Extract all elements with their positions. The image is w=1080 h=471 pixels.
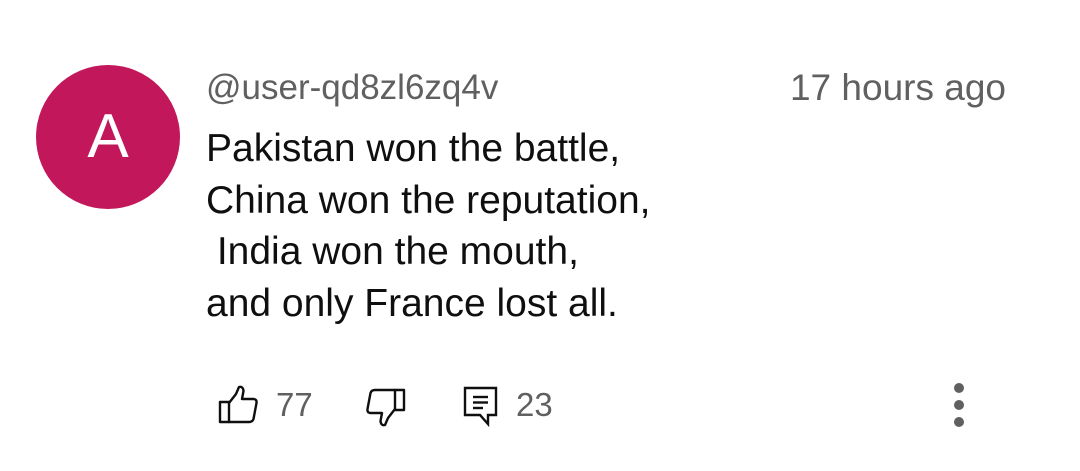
- like-count: 77: [276, 386, 313, 423]
- comment-line: India won the mouth,: [206, 230, 579, 273]
- comment-line: Pakistan won the battle,: [206, 127, 621, 170]
- comment-line: and only France lost all.: [206, 281, 618, 325]
- comment-timestamp: 17 hours ago: [789, 67, 1006, 108]
- avatar-initial: A: [87, 102, 129, 171]
- comment-author[interactable]: @user-qd8zl6zq4v: [206, 66, 498, 110]
- comment-text: Pakistan won the battle, China won the r…: [206, 123, 650, 329]
- dislike-button[interactable]: [360, 383, 410, 427]
- more-options-button[interactable]: [944, 376, 974, 432]
- like-button[interactable]: 77: [214, 383, 314, 427]
- more-vertical-icon: [951, 381, 967, 429]
- reply-button[interactable]: 23: [460, 383, 560, 427]
- reply-count: 23: [516, 386, 553, 423]
- thumbs-up-icon: [218, 385, 260, 425]
- comment-card: A @user-qd8zl6zq4v 17 hours ago Pakistan…: [0, 0, 1080, 471]
- comment-icon: [462, 385, 500, 427]
- comment-line: China won the reputation,: [206, 178, 651, 222]
- thumbs-down-icon: [364, 387, 406, 427]
- avatar[interactable]: A: [36, 65, 180, 209]
